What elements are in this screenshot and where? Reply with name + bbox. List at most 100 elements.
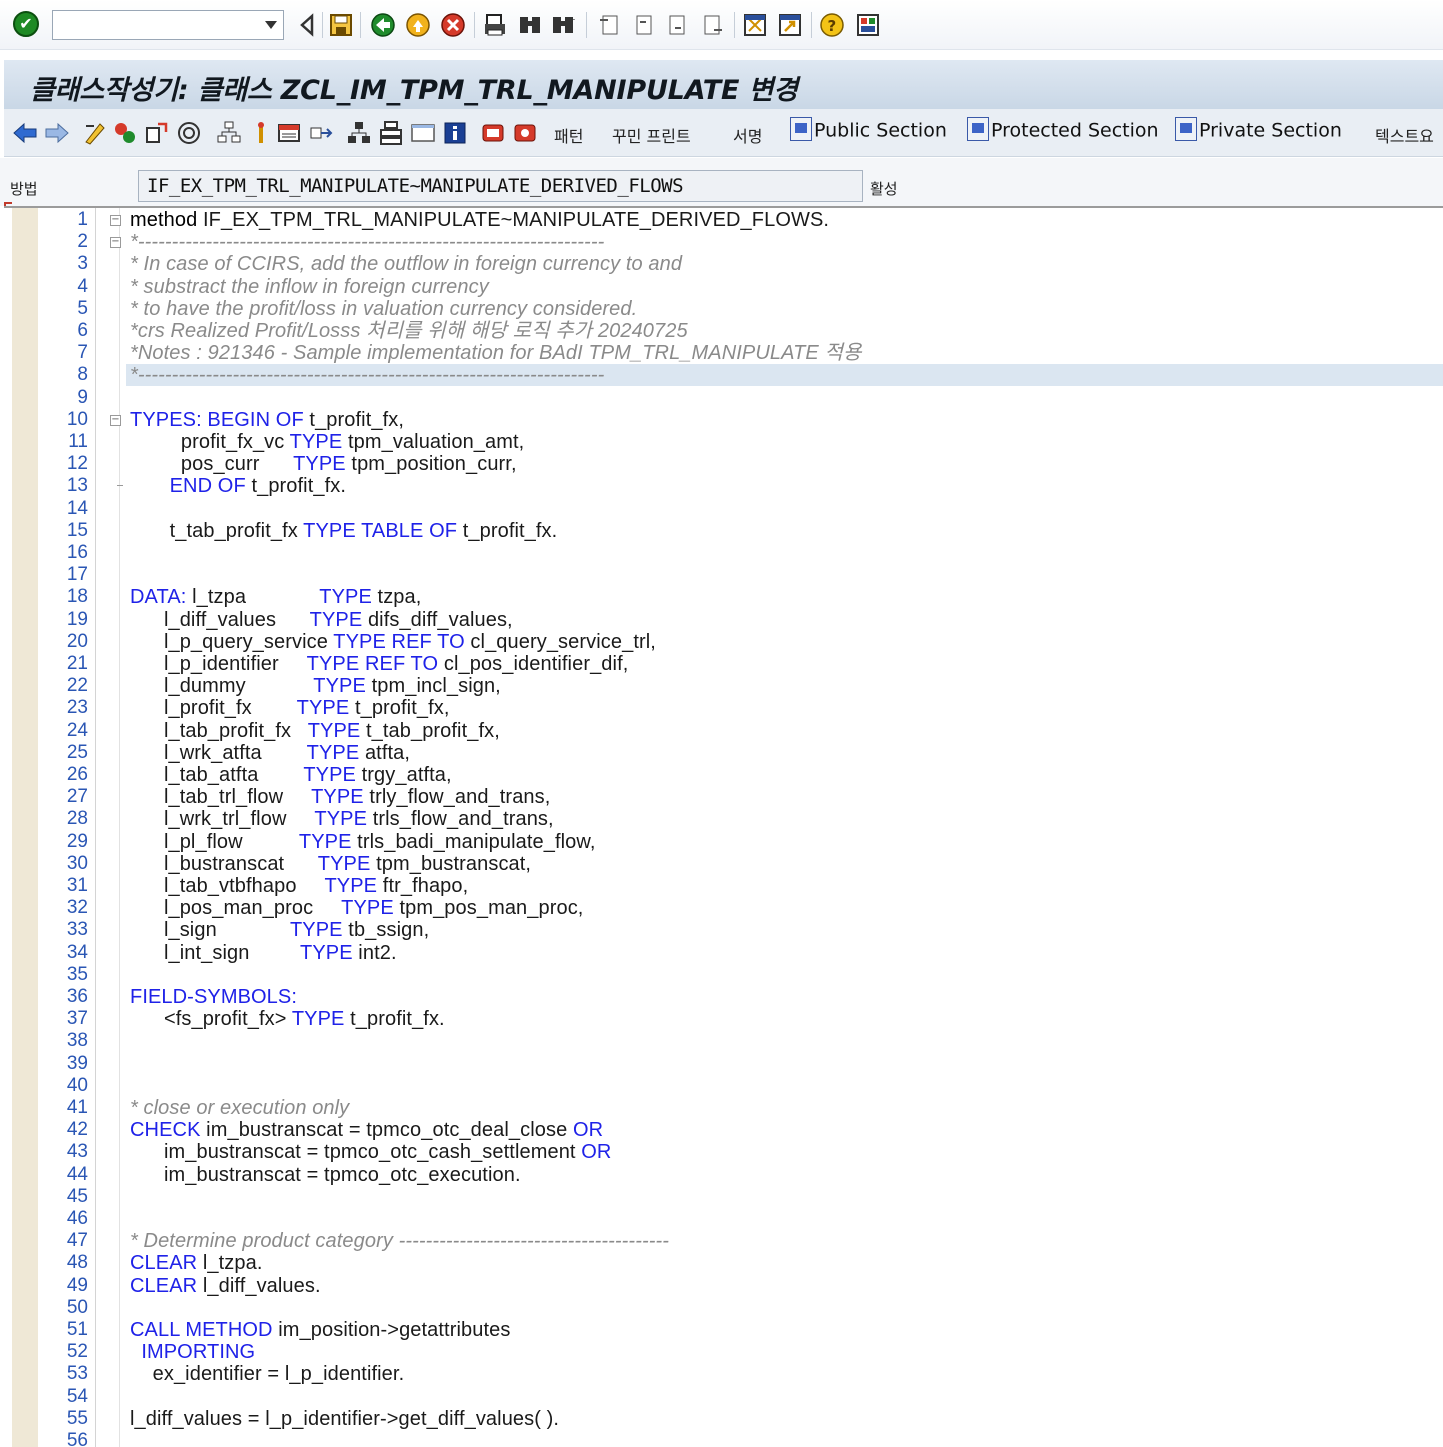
code-line[interactable]: 34 l_int_sign TYPE int2. xyxy=(4,942,1443,964)
code-line[interactable]: 49 CLEAR l_diff_values. xyxy=(4,1275,1443,1297)
code-line[interactable]: 41 * close or execution only xyxy=(4,1097,1443,1119)
chevron-down-icon[interactable] xyxy=(265,21,277,29)
code-line[interactable]: 46 xyxy=(4,1208,1443,1230)
code-line[interactable]: 26 l_tab_atfta TYPE trgy_atfta, xyxy=(4,764,1443,786)
code-line[interactable]: 2 − *-------------------------------------… xyxy=(4,231,1443,253)
first-page-icon[interactable] xyxy=(596,12,622,38)
fullscreen-icon[interactable] xyxy=(410,120,436,146)
signature-button[interactable]: 서명 xyxy=(733,123,762,147)
code-line[interactable]: 51 CALL METHOD im_position->getattributes xyxy=(4,1319,1443,1341)
object-list-icon[interactable] xyxy=(216,120,242,146)
code-line[interactable]: 28 l_wrk_trl_flow TYPE trls_flow_and_tra… xyxy=(4,808,1443,830)
code-line[interactable]: 55 l_diff_values = l_p_identifier->get_di… xyxy=(4,1408,1443,1430)
pretty-printer-button[interactable]: 꾸민 프린트 xyxy=(612,123,691,147)
last-page-icon[interactable] xyxy=(700,12,726,38)
toggle-edit-icon[interactable] xyxy=(82,120,108,146)
prev-page-icon[interactable] xyxy=(630,12,656,38)
pattern-button[interactable]: 패턴 xyxy=(554,123,583,147)
code-line[interactable]: 33 l_sign TYPE tb_ssign, xyxy=(4,919,1443,941)
code-line[interactable]: 23 l_profit_fx TYPE t_profit_fx, xyxy=(4,697,1443,719)
help-icon[interactable]: ? xyxy=(819,12,845,38)
code-line[interactable]: 45 xyxy=(4,1186,1443,1208)
code-line[interactable]: 7 *Notes : 921346 - Sample implementation… xyxy=(4,342,1443,364)
method-name-field[interactable]: IF_EX_TPM_TRL_MANIPULATE~MANIPULATE_DERI… xyxy=(138,170,863,202)
arrow-left-icon[interactable] xyxy=(12,120,38,146)
enhancement-icon[interactable] xyxy=(480,120,506,146)
next-page-icon[interactable] xyxy=(665,12,691,38)
info-icon[interactable] xyxy=(442,120,468,146)
code-line[interactable]: 3 * In case of CCIRS, add the outflow in … xyxy=(4,253,1443,275)
code-line[interactable]: 20 l_p_query_service TYPE REF TO cl_quer… xyxy=(4,631,1443,653)
check-syntax-icon[interactable] xyxy=(112,120,138,146)
find-icon[interactable] xyxy=(517,12,543,38)
code-line[interactable]: 37 <fs_profit_fx> TYPE t_profit_fx. xyxy=(4,1008,1443,1030)
where-used-icon[interactable] xyxy=(176,120,202,146)
collapse-icon[interactable]: − xyxy=(110,237,121,249)
code-line[interactable]: 27 l_tab_trl_flow TYPE trly_flow_and_tra… xyxy=(4,786,1443,808)
navigate-icon[interactable] xyxy=(308,120,334,146)
code-line[interactable]: 29 l_pl_flow TYPE trls_badi_manipulate_f… xyxy=(4,831,1443,853)
back-icon[interactable] xyxy=(294,12,320,38)
code-line[interactable]: 25 l_wrk_atfta TYPE atfta, xyxy=(4,742,1443,764)
code-line[interactable]: 18 DATA: l_tzpa TYPE tzpa, xyxy=(4,586,1443,608)
hierarchy-icon[interactable] xyxy=(346,120,372,146)
code-line[interactable]: 24 l_tab_profit_fx TYPE t_tab_profit_fx, xyxy=(4,720,1443,742)
code-line[interactable]: 53 ex_identifier = l_p_identifier. xyxy=(4,1363,1443,1385)
code-line[interactable]: 52 IMPORTING xyxy=(4,1341,1443,1363)
collapse-icon[interactable]: − xyxy=(110,215,121,226)
code-line[interactable]: 11 profit_fx_vc TYPE tpm_valuation_amt, xyxy=(4,431,1443,453)
code-line[interactable]: 4 * substract the inflow in foreign curre… xyxy=(4,276,1443,298)
code-line[interactable]: 39 xyxy=(4,1053,1443,1075)
code-line[interactable]: 48 CLEAR l_tzpa. xyxy=(4,1252,1443,1274)
code-line[interactable]: 50 xyxy=(4,1297,1443,1319)
code-line[interactable]: 31 l_tab_vtbfhapo TYPE ftr_fhapo, xyxy=(4,875,1443,897)
code-line[interactable]: 47 * Determine product category ---------… xyxy=(4,1230,1443,1252)
exit-icon[interactable] xyxy=(405,12,431,38)
code-line[interactable]: 21 l_p_identifier TYPE REF TO cl_pos_ide… xyxy=(4,653,1443,675)
command-field[interactable] xyxy=(52,10,284,40)
code-line[interactable]: 38 xyxy=(4,1030,1443,1052)
code-line[interactable]: 17 xyxy=(4,564,1443,586)
code-line[interactable]: 12 pos_curr TYPE tpm_position_curr, xyxy=(4,453,1443,475)
green-back-icon[interactable] xyxy=(370,12,396,38)
protected-section-button[interactable]: Protected Section xyxy=(967,117,1159,147)
code-line[interactable]: 35 xyxy=(4,964,1443,986)
shortcut-icon[interactable] xyxy=(777,12,803,38)
display-object-icon[interactable] xyxy=(276,120,302,146)
cancel-icon[interactable] xyxy=(440,12,466,38)
new-session-icon[interactable] xyxy=(742,12,768,38)
breakpoint-icon[interactable] xyxy=(248,120,274,146)
stack-icon[interactable] xyxy=(378,120,404,146)
arrow-right-icon[interactable] xyxy=(44,120,70,146)
customize-layout-icon[interactable] xyxy=(855,12,881,38)
code-line[interactable]: 13 END OF t_profit_fx. xyxy=(4,475,1443,497)
code-line[interactable]: 30 l_bustranscat TYPE tpm_bustranscat, xyxy=(4,853,1443,875)
save-icon[interactable] xyxy=(328,12,354,38)
text-elements-button[interactable]: 텍스트요 xyxy=(1375,123,1434,147)
check-icon[interactable]: ✔ xyxy=(13,11,39,37)
code-line[interactable]: 10 − TYPES: BEGIN OF t_profit_fx, xyxy=(4,409,1443,431)
print-icon[interactable] xyxy=(482,12,508,38)
code-line[interactable]: 1 − method IF_EX_TPM_TRL_MANIPULATE~MANIPU… xyxy=(4,209,1443,231)
code-line[interactable]: 5 * to have the profit/loss in valuation … xyxy=(4,298,1443,320)
code-line[interactable]: 8 *--------------------------------------… xyxy=(4,364,1443,387)
code-line[interactable]: 9 xyxy=(4,387,1443,409)
code-line[interactable]: 15 t_tab_profit_fx TYPE TABLE OF t_profi… xyxy=(4,520,1443,542)
collapse-icon[interactable]: − xyxy=(110,414,121,426)
public-section-button[interactable]: Public Section xyxy=(790,117,947,147)
code-line[interactable]: 56 xyxy=(4,1430,1443,1447)
enhancement-info-icon[interactable] xyxy=(512,120,538,146)
code-line[interactable]: 14 xyxy=(4,498,1443,520)
code-line[interactable]: 32 l_pos_man_proc TYPE tpm_pos_man_proc, xyxy=(4,897,1443,919)
code-line[interactable]: 16 xyxy=(4,542,1443,564)
code-editor[interactable]: 1− method IF_EX_TPM_TRL_MANIPULATE~MANIPU… xyxy=(4,206,1443,1447)
code-line[interactable]: 44 im_bustranscat = tpmco_otc_execution. xyxy=(4,1164,1443,1186)
activate-icon[interactable] xyxy=(144,120,170,146)
code-line[interactable]: 22 l_dummy TYPE tpm_incl_sign, xyxy=(4,675,1443,697)
code-line[interactable]: 36 FIELD-SYMBOLS: xyxy=(4,986,1443,1008)
code-line[interactable]: 42 CHECK im_bustranscat = tpmco_otc_deal_… xyxy=(4,1119,1443,1141)
code-line[interactable]: 6 *crs Realized Profit/Losss 처리를 위해 해당 로직… xyxy=(4,320,1443,342)
private-section-button[interactable]: Private Section xyxy=(1175,117,1342,147)
code-line[interactable]: 54 xyxy=(4,1386,1443,1408)
code-line[interactable]: 43 im_bustranscat = tpmco_otc_cash_settl… xyxy=(4,1141,1443,1163)
